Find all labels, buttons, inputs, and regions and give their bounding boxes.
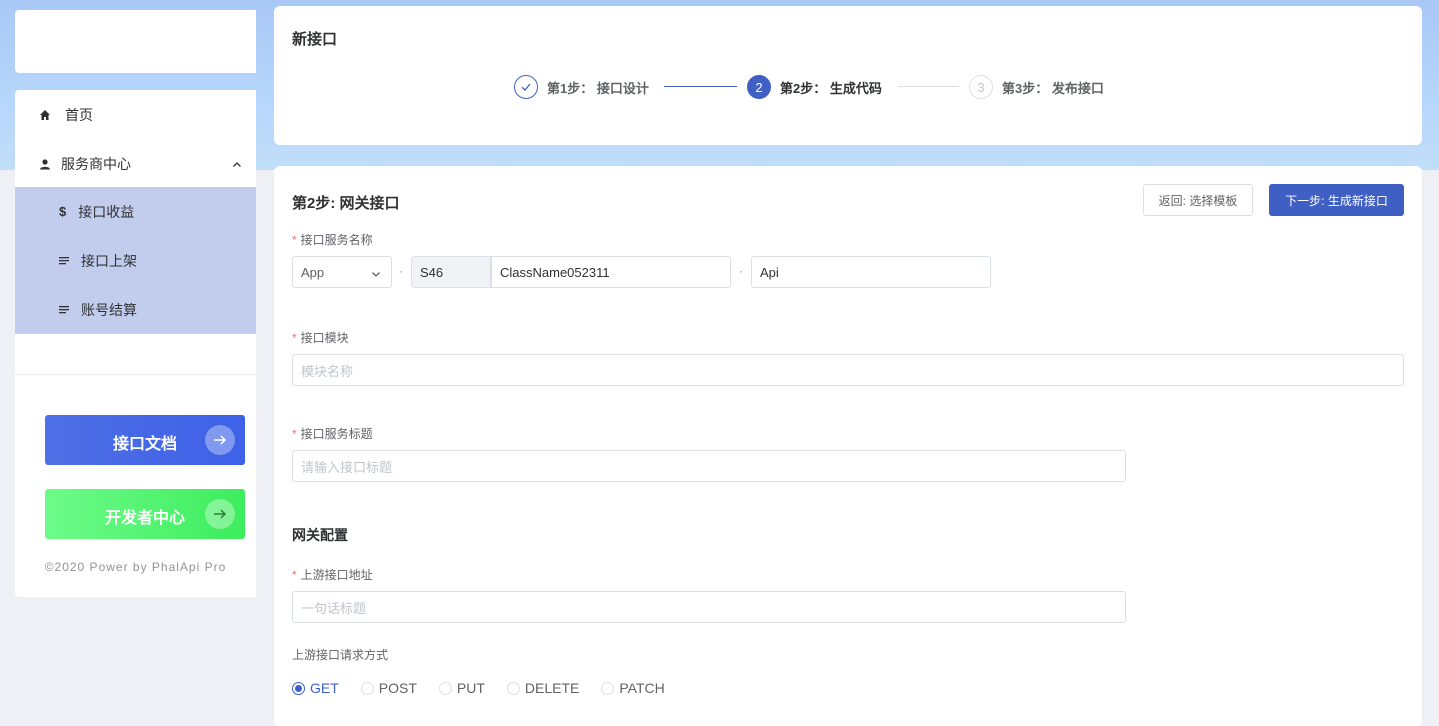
sidebar-item-listing[interactable]: 接口上架 xyxy=(15,236,256,285)
steps-card: 新接口 第1步： 接口设计 2 第2步： 生成代码 3 第3步： 发布接口 xyxy=(274,6,1422,145)
back-button[interactable]: 返回: 选择模板 xyxy=(1143,184,1253,216)
method-label: 上游接口请求方式 xyxy=(292,648,389,662)
class-name-input[interactable]: ClassName052311 xyxy=(491,256,731,288)
sidebar-item-revenue[interactable]: $ 接口收益 xyxy=(15,187,256,236)
home-icon xyxy=(39,109,51,121)
page-title: 新接口 xyxy=(292,31,338,48)
radio-put[interactable]: PUT xyxy=(438,680,485,696)
title-label: * 接口服务标题 xyxy=(292,427,373,441)
sidebar-item-home[interactable]: 首页 xyxy=(15,90,256,139)
radio-post[interactable]: POST xyxy=(360,680,417,696)
list-icon xyxy=(59,302,69,318)
section-title: 第2步: 网关接口 xyxy=(292,195,400,212)
dollar-icon: $ xyxy=(59,204,67,219)
app-select[interactable]: App xyxy=(292,256,392,288)
divider xyxy=(15,374,256,375)
step-connector xyxy=(664,86,737,87)
step-number: 2 xyxy=(747,75,771,99)
list-icon xyxy=(59,253,69,269)
step-label: 第1步： 接口设计 xyxy=(547,80,649,96)
step-connector xyxy=(898,86,959,87)
step-label: 第2步： 生成代码 xyxy=(780,80,882,96)
check-icon xyxy=(514,75,538,99)
user-icon xyxy=(39,158,51,170)
api-suffix-input[interactable]: Api xyxy=(751,256,991,288)
app-select-value: App xyxy=(301,264,325,280)
step-label: 第3步： 发布接口 xyxy=(1002,80,1104,96)
upstream-label: * 上游接口地址 xyxy=(292,568,373,582)
copyright: ©2020 Power by PhalApi Pro xyxy=(44,560,227,574)
sidebar-item-service-center[interactable]: 服务商中心 xyxy=(15,139,256,188)
separator: · xyxy=(739,264,743,278)
developer-center-button[interactable]: 开发者中心 xyxy=(45,489,245,539)
sidebar-item-label: 账号结算 xyxy=(81,301,137,318)
sidebar-item-label: 接口收益 xyxy=(78,203,135,220)
sidebar-item-settlement[interactable]: 账号结算 xyxy=(15,285,256,334)
chevron-down-icon xyxy=(371,267,381,282)
title-input[interactable]: 请输入接口标题 xyxy=(292,450,1126,482)
arrow-right-icon xyxy=(205,499,235,529)
sidebar: 首页 服务商中心 $ 接口收益 接口上架 账号结算 接口文档 开发者中心 ©20… xyxy=(15,90,256,597)
separator: · xyxy=(399,264,403,278)
api-docs-button[interactable]: 接口文档 xyxy=(45,415,245,465)
step-3: 3 第3步： 发布接口 xyxy=(969,75,1104,99)
radio-patch[interactable]: PATCH xyxy=(601,680,665,696)
step-number: 3 xyxy=(969,75,993,99)
radio-get[interactable]: GET xyxy=(292,680,339,696)
arrow-right-icon xyxy=(205,425,235,455)
sidebar-item-label: 接口上架 xyxy=(81,252,137,269)
module-label: * 接口模块 xyxy=(292,331,349,345)
prefix-label: S46 xyxy=(411,256,491,288)
next-button[interactable]: 下一步: 生成新接口 xyxy=(1269,184,1404,216)
step-2: 2 第2步： 生成代码 xyxy=(747,75,882,99)
radio-delete[interactable]: DELETE xyxy=(506,680,579,696)
step-1: 第1步： 接口设计 xyxy=(514,75,649,99)
gateway-config-title: 网关配置 xyxy=(292,527,348,543)
logo-area xyxy=(15,10,256,73)
sidebar-item-label: 服务商中心 xyxy=(61,155,131,172)
method-radio-group: GET POST PUT DELETE PATCH xyxy=(292,680,687,696)
form-card: 第2步: 网关接口 返回: 选择模板 下一步: 生成新接口 * 接口服务名称 Ap… xyxy=(274,166,1422,726)
sidebar-item-label: 首页 xyxy=(65,106,93,123)
module-input[interactable]: 模块名称 xyxy=(292,354,1404,386)
upstream-url-input[interactable]: 一句话标题 xyxy=(292,591,1126,623)
sidebar-submenu: $ 接口收益 接口上架 账号结算 xyxy=(15,187,256,334)
chevron-up-icon xyxy=(232,157,242,173)
service-name-label: * 接口服务名称 xyxy=(292,233,373,247)
